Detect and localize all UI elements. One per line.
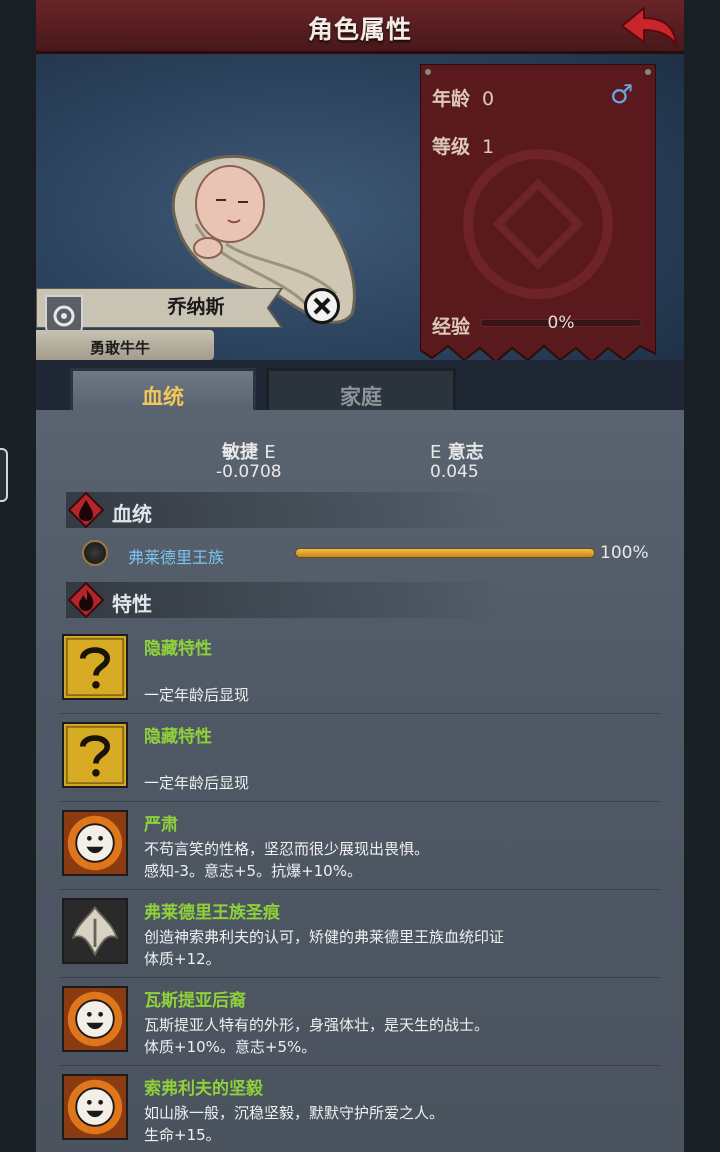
question-icon [62,722,128,788]
trait-desc-line-2: 生命+15。 [144,1126,221,1144]
trait-desc-line-2: 一定年龄后显现 [144,686,250,704]
level-value: 1 [482,136,495,158]
age-value: 0 [482,88,495,110]
trait-row[interactable]: 弗莱德里王族圣痕创造神索弗利夫的认可，矫健的弗莱德里王族血统印证 体质+12。 [60,892,660,978]
trait-description: 创造神索弗利夫的认可，矫健的弗莱德里王族血统印证 体质+12。 [144,926,504,970]
trait-row[interactable]: 严肃不苟言笑的性格，坚忍而很少展现出畏惧。 感知-3。意志+5。抗爆+10%。 [60,804,660,890]
trait-description: 瓦斯提亚人特有的外形，身强体壮，是天生的战士。 体质+10%。意志+5%。 [144,1014,489,1058]
smiley-icon [62,1074,128,1140]
trait-title: 索弗利夫的坚毅 [144,1079,263,1099]
trait-row[interactable]: 瓦斯提亚后裔瓦斯提亚人特有的外形，身强体壮，是天生的战士。 体质+10%。意志+5… [60,980,660,1066]
trait-desc-line-1: 瓦斯提亚人特有的外形，身强体壮，是天生的战士。 [144,1016,490,1034]
trait-desc-line-1: 不苟言笑的性格，坚忍而很少展现出畏惧。 [144,840,430,858]
trait-row[interactable]: 隐藏特性一定年龄后显现 [60,628,660,714]
page-title: 角色属性 [307,15,412,44]
back-arrow-icon[interactable] [618,4,678,50]
attr-right-grade: E [430,442,442,463]
trait-title: 严肃 [144,815,178,835]
age-label: 年龄 [432,88,471,110]
trait-desc-line-2: 体质+10%。意志+5%。 [144,1038,317,1056]
tab-family[interactable]: 家庭 [266,368,456,414]
trait-title: 瓦斯提亚后裔 [144,991,246,1011]
trait-description: 一定年龄后显现 [144,662,249,706]
traits-section-label: 特性 [112,592,152,616]
trait-row[interactable]: 索弗利夫的坚毅如山脉一般，沉稳坚毅，默默守护所爱之人。 生命+15。 [60,1068,660,1152]
tab-bloodline[interactable]: 血统 [70,368,256,414]
bloodline-name[interactable]: 弗莱德里王族 [128,544,224,568]
side-drawer-handle[interactable] [0,448,8,502]
bloodline-content: 敏捷 E -0.0708 E 意志 0.045 血统 弗莱德里王族 100% 特… [36,410,684,1152]
smiley-icon [62,810,128,876]
level-label: 等级 [432,136,471,158]
trait-description: 如山脉一般，沉稳坚毅，默默守护所爱之人。 生命+15。 [144,1102,444,1146]
attr-right-name: E 意志 [430,442,484,463]
exp-value: 0% [547,313,575,333]
age-row: 年龄 0 [432,84,494,111]
bloodline-percent: 100% [600,543,649,563]
attr-left-name: 敏捷 E [222,442,276,463]
portrait-scene: 乔纳斯 勇敢牛牛 [36,54,684,410]
trait-desc-line-2: 一定年龄后显现 [144,774,250,792]
trait-description: 不苟言笑的性格，坚忍而很少展现出畏惧。 感知-3。意志+5。抗爆+10%。 [144,838,429,882]
trait-desc-line-1: 如山脉一般，沉稳坚毅，默默守护所爱之人。 [144,1104,445,1122]
character-name: 乔纳斯 [167,296,225,318]
attr-left-value: -0.0708 [216,462,282,482]
attr-right-value: 0.045 [430,462,479,482]
trait-desc-line-1 [144,662,249,684]
smiley-icon [62,986,128,1052]
trait-description: 一定年龄后显现 [144,750,249,794]
trait-row[interactable]: 隐藏特性一定年龄后显现 [60,716,660,802]
exp-label: 经验 [432,316,471,338]
male-gender-icon: ♂ [610,80,634,110]
header-bar: 角色属性 [36,0,684,54]
trait-title: 弗莱德里王族圣痕 [144,903,280,923]
trait-desc-line-2: 感知-3。意志+5。抗爆+10%。 [144,862,362,880]
trait-desc-line-2: 体质+12。 [144,950,221,968]
character-panel: 角色属性 乔纳斯 勇敢牛牛 年龄 0 ♂ 等级 1 经验 0% 血统 家庭 敏捷… [36,0,684,1152]
question-icon [62,634,128,700]
trait-title: 隐藏特性 [144,639,212,659]
right-gutter [684,0,720,1152]
left-gutter [0,0,36,1152]
royal-crest-icon [82,540,108,566]
bloodline-section-label: 血统 [112,502,152,526]
flame-icon [68,582,104,618]
trait-desc-line-1: 创造神索弗利夫的认可，矫健的弗莱德里王族血统印证 [144,928,505,946]
trait-desc-line-1 [144,750,249,772]
dismiss-button[interactable] [304,288,340,324]
level-row: 等级 1 [432,132,494,159]
blood-drop-icon [68,492,104,528]
character-title: 勇敢牛牛 [90,339,151,357]
bloodline-percent-bar [296,549,594,557]
traits-section-header: 特性 [66,582,506,618]
bloodline-section-header: 血统 [66,492,506,528]
attr-left-grade: E [264,442,276,463]
trait-title: 隐藏特性 [144,727,212,747]
stigmata-icon [62,898,128,964]
